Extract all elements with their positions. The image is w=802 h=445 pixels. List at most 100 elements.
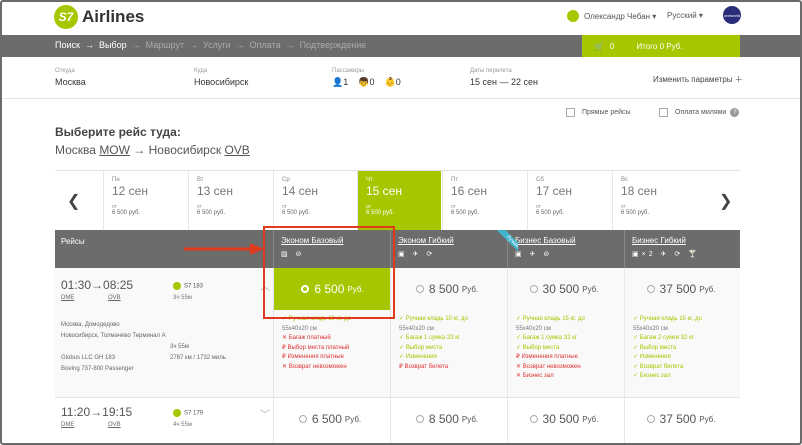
direct-checkbox-box[interactable] [566,108,575,117]
fare-title: Бизнес Базовый [515,236,576,245]
day-fri[interactable]: Пт 16 сен от 6 500 руб. [442,171,526,231]
feature: ✓ Изменения [633,354,671,360]
from-field[interactable]: Откуда Москва [55,68,86,87]
fare-cell-business-basic[interactable]: 30 500 Руб. ✓ Ручная кладь 15 кг, до 55x4… [507,268,624,397]
flight-number[interactable]: S7 183 [173,282,203,290]
price-option[interactable]: 37 500 Руб. [633,404,729,434]
step-confirm: Подтверждение [299,40,367,50]
radio[interactable] [415,415,424,423]
day-price: 6 500 руб. [536,210,565,216]
day-wed[interactable]: Ср 14 сен от 6 500 руб. [273,171,357,231]
day-mon[interactable]: Пн 12 сен от 6 500 руб. [103,171,187,231]
time-arrow: → [90,405,103,419]
flight-times: 11:20→19:15 [61,405,132,419]
cart-count: 0 [609,41,615,51]
route-to-code[interactable]: OVB [224,143,249,157]
day-date: 15 сен [366,184,402,198]
flight-row[interactable]: 11:20→19:15 DME OVB S7 179 4ч 55м ﹀ 6 50… [55,398,740,445]
day-price: 6 500 руб. [621,210,650,216]
fare-business-flex-header[interactable]: Бизнес Гибкий ▣×2 ✈ ⟳ 🍸 [624,230,740,268]
language-select[interactable]: Русский ▾ [667,11,703,20]
expand-icon[interactable]: ﹀ [260,406,270,421]
direct-label: Прямые рейсы [582,109,631,116]
step-route: Маршрут [145,40,184,50]
radio[interactable] [529,415,538,423]
s7-logo[interactable]: S7 Airlines [54,5,144,29]
dates-field[interactable]: Даты перелета 15 сен — 22 сен [470,68,538,87]
best-label: Лучший! [490,230,518,267]
price-option[interactable]: 6 500 Руб. [282,404,378,434]
arr-airport-code[interactable]: OVB [108,295,121,301]
change-params-button[interactable]: Изменить параметры ＋ [653,74,743,85]
dates-label: Даты перелета [470,68,512,74]
day-price: 6 500 руб. [451,210,480,216]
day-date: 16 сен [451,184,487,198]
currency: Руб. [344,414,362,424]
arr-airport-code[interactable]: OVB [108,422,121,428]
passengers-field[interactable]: Пассажиры 👤1 👦0 👶0 [332,68,401,88]
price-option[interactable]: 37 500 Руб. [633,274,729,304]
cart-button[interactable]: 🛒 0 Итого 0 Руб. [582,35,740,57]
day-thu-selected[interactable]: Чт 15 сен от 6 500 руб. [357,171,441,231]
price-option[interactable]: 30 500 Руб. [516,274,612,304]
flight-stats: 3ч 55м 2787 км / 1732 миль [170,342,226,364]
fare-business-basic-header[interactable]: Бизнес Базовый ▣ ✈ ⊘ [507,230,624,268]
day-weekday: Ср [282,177,290,183]
price-option[interactable]: 8 500 Руб. [399,274,495,304]
miles-checkbox[interactable]: Оплата милями ? [659,108,740,117]
day-date: 18 сен [621,184,657,198]
from-label: Откуда [55,68,75,74]
day-tue[interactable]: Вт 13 сен от 6 500 руб. [188,171,272,231]
currency: Руб. [461,284,479,294]
day-date: 12 сен [112,184,148,198]
day-weekday: Пн [112,177,120,183]
arr-time: 08:25 [103,278,134,292]
step-search[interactable]: Поиск [55,40,80,50]
to-field[interactable]: Куда Новосибирск [194,68,248,87]
help-icon[interactable]: ? [730,108,740,117]
annotation-arrow-icon [184,243,264,255]
step-sep: → [188,40,198,50]
radio[interactable] [529,285,538,293]
feature: ✓ Ручная кладь 10 кг, до [399,316,468,322]
fare-features: ✓ Ручная кладь 15 кг, до 55x40x20 см ✓ Ба… [633,315,702,382]
fare-cell-economy-flex[interactable]: 8 500 Руб. ✓ Ручная кладь 10 кг, до 55x40… [390,268,507,397]
user-menu[interactable]: Олександр Чебан ▾ [567,10,656,22]
fare-cell-business-basic[interactable]: 30 500 Руб. [507,398,624,444]
fare-cell-business-flex[interactable]: 37 500 Руб. ✓ Ручная кладь 15 кг, до 55x4… [624,268,740,397]
price: 8 500 [428,282,459,296]
flight-number[interactable]: S7 179 [173,409,203,417]
radio[interactable] [298,415,307,423]
fare-cell-business-flex[interactable]: 37 500 Руб. [624,398,740,444]
route-from-code[interactable]: MOW [99,143,130,157]
currency: Руб. [699,414,716,424]
day-sun[interactable]: Вс 18 сен от 6 500 руб. [612,171,696,231]
next-dates-icon[interactable]: ❯ [719,191,732,211]
dates-value: 15 сен — 22 сен [470,77,538,87]
radio[interactable] [646,285,655,293]
from-value: Москва [55,77,86,87]
date-carousel: ❮ Пн 12 сен от 6 500 руб. Вт 13 сен от 6 500 р… [55,170,740,231]
route-arrow: → [129,143,149,157]
fare-cell-economy-flex[interactable]: 8 500 Руб. [390,398,507,444]
dep-airport-code[interactable]: DME [61,295,74,301]
flight-row[interactable]: 01:30→08:25 DME OVB S7 183 3ч 55м Москва… [55,268,740,398]
to-value: Новосибирск [194,77,249,87]
fare-cell-economy-basic[interactable]: 6 500 Руб. [273,398,390,444]
day-weekday: Вс [621,177,629,183]
highlight-box [263,226,395,319]
miles-checkbox-box[interactable] [659,108,668,117]
radio[interactable] [646,415,655,423]
cart-total: Итого 0 Руб. [636,41,683,51]
price-option[interactable]: 8 500 Руб. [399,404,495,434]
feature: ✓ Бизнес зал [633,373,671,379]
direct-flights-checkbox[interactable]: Прямые рейсы [566,108,631,117]
price-option[interactable]: 30 500 Руб. [516,404,612,434]
prev-dates-icon[interactable]: ❮ [67,191,80,211]
day-price: 6 500 руб. [366,210,395,216]
radio[interactable] [415,285,424,293]
dep-airport-code[interactable]: DME [61,422,74,428]
day-sat[interactable]: Сб 17 сен от 6 500 руб. [527,171,611,231]
flight-number-label: S7 179 [184,410,204,417]
cart-icon: 🛒 [594,41,604,51]
